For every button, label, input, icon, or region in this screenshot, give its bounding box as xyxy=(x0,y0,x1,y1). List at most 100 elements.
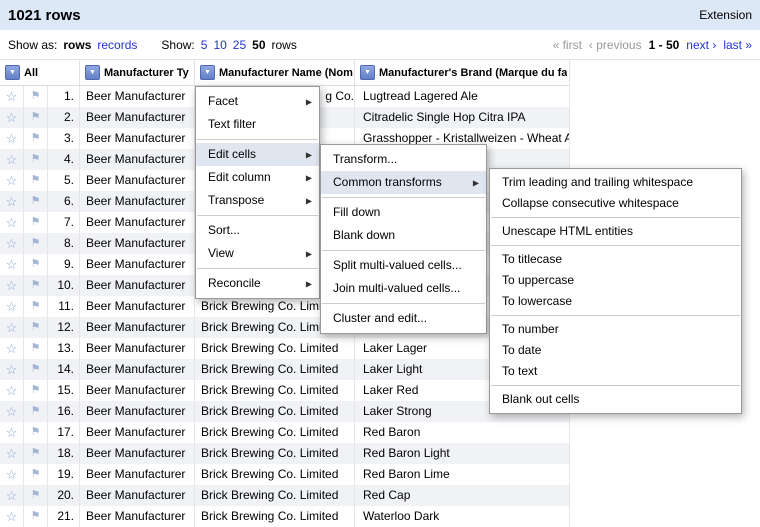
star-icon[interactable]: ☆ xyxy=(0,254,24,275)
cell-manufacturer-name[interactable]: Brick Brewing Co. Limited xyxy=(195,443,355,464)
page-size-10[interactable]: 10 xyxy=(213,38,226,52)
star-icon[interactable]: ☆ xyxy=(0,422,24,443)
star-icon[interactable]: ☆ xyxy=(0,296,24,317)
cell-manufacturer-name[interactable]: Brick Brewing Co. Limited xyxy=(195,359,355,380)
cell-manufacturer-type[interactable]: Beer Manufacturer xyxy=(80,191,195,212)
menu-item-split-multi-valued-cells[interactable]: Split multi-valued cells... xyxy=(321,254,486,277)
menu-item-transform[interactable]: Transform... xyxy=(321,148,486,171)
menu-item-collapse-consecutive-whitespace[interactable]: Collapse consecutive whitespace xyxy=(490,193,741,214)
menu-item-reconcile[interactable]: Reconcile ▶ xyxy=(196,272,319,295)
star-icon[interactable]: ☆ xyxy=(0,380,24,401)
star-icon[interactable]: ☆ xyxy=(0,170,24,191)
flag-icon[interactable]: ⚑ xyxy=(24,233,48,254)
cell-manufacturer-brand[interactable]: Lugtread Lagered Ale xyxy=(355,86,570,107)
flag-icon[interactable]: ⚑ xyxy=(24,506,48,527)
menu-item-edit-column[interactable]: Edit column ▶ xyxy=(196,166,319,189)
star-icon[interactable]: ☆ xyxy=(0,506,24,527)
cell-manufacturer-type[interactable]: Beer Manufacturer xyxy=(80,338,195,359)
cell-manufacturer-type[interactable]: Beer Manufacturer xyxy=(80,233,195,254)
cell-manufacturer-name[interactable]: Brick Brewing Co. Limited xyxy=(195,464,355,485)
flag-icon[interactable]: ⚑ xyxy=(24,170,48,191)
cell-manufacturer-type[interactable]: Beer Manufacturer xyxy=(80,170,195,191)
cell-manufacturer-type[interactable]: Beer Manufacturer xyxy=(80,464,195,485)
star-icon[interactable]: ☆ xyxy=(0,128,24,149)
flag-icon[interactable]: ⚑ xyxy=(24,128,48,149)
show-as-records-toggle[interactable]: records xyxy=(97,38,137,52)
cell-manufacturer-name[interactable]: Brick Brewing Co. Limited xyxy=(195,338,355,359)
cell-manufacturer-type[interactable]: Beer Manufacturer xyxy=(80,401,195,422)
menu-item-cluster-and-edit[interactable]: Cluster and edit... xyxy=(321,307,486,330)
cell-manufacturer-brand[interactable]: Red Baron xyxy=(355,422,570,443)
star-icon[interactable]: ☆ xyxy=(0,149,24,170)
menu-item-to-date[interactable]: To date xyxy=(490,340,741,361)
cell-manufacturer-type[interactable]: Beer Manufacturer xyxy=(80,380,195,401)
cell-manufacturer-type[interactable]: Beer Manufacturer xyxy=(80,86,195,107)
cell-manufacturer-brand[interactable]: Waterloo Dark xyxy=(355,506,570,527)
cell-manufacturer-type[interactable]: Beer Manufacturer xyxy=(80,149,195,170)
cell-manufacturer-name[interactable]: Brick Brewing Co. Limited xyxy=(195,401,355,422)
type-column-dropdown-button[interactable]: ▼ xyxy=(85,65,100,80)
all-column-dropdown-button[interactable]: ▼ xyxy=(5,65,20,80)
flag-icon[interactable]: ⚑ xyxy=(24,422,48,443)
flag-icon[interactable]: ⚑ xyxy=(24,401,48,422)
flag-icon[interactable]: ⚑ xyxy=(24,86,48,107)
flag-icon[interactable]: ⚑ xyxy=(24,212,48,233)
cell-manufacturer-type[interactable]: Beer Manufacturer xyxy=(80,254,195,275)
menu-item-facet[interactable]: Facet ▶ xyxy=(196,90,319,113)
cell-manufacturer-type[interactable]: Beer Manufacturer xyxy=(80,128,195,149)
cell-manufacturer-brand[interactable]: Red Baron Light xyxy=(355,443,570,464)
cell-manufacturer-type[interactable]: Beer Manufacturer xyxy=(80,275,195,296)
star-icon[interactable]: ☆ xyxy=(0,338,24,359)
menu-item-to-uppercase[interactable]: To uppercase xyxy=(490,270,741,291)
cell-manufacturer-name[interactable]: Brick Brewing Co. Limited xyxy=(195,422,355,443)
menu-item-to-text[interactable]: To text xyxy=(490,361,741,382)
flag-icon[interactable]: ⚑ xyxy=(24,464,48,485)
show-as-rows-toggle[interactable]: rows xyxy=(63,38,91,52)
menu-item-common-transforms[interactable]: Common transforms ▶ xyxy=(321,171,486,194)
cell-manufacturer-brand[interactable]: Red Baron Lime xyxy=(355,464,570,485)
pagination-last[interactable]: last » xyxy=(723,38,752,52)
cell-manufacturer-brand[interactable]: Citradelic Single Hop Citra IPA xyxy=(355,107,570,128)
flag-icon[interactable]: ⚑ xyxy=(24,107,48,128)
menu-item-view[interactable]: View ▶ xyxy=(196,242,319,265)
name-column-dropdown-button[interactable]: ▼ xyxy=(200,65,215,80)
cell-manufacturer-type[interactable]: Beer Manufacturer xyxy=(80,443,195,464)
menu-item-to-number[interactable]: To number xyxy=(490,319,741,340)
cell-manufacturer-type[interactable]: Beer Manufacturer xyxy=(80,317,195,338)
brand-column-dropdown-button[interactable]: ▼ xyxy=(360,65,375,80)
pagination-next[interactable]: next › xyxy=(686,38,716,52)
star-icon[interactable]: ☆ xyxy=(0,275,24,296)
menu-item-blank-out-cells[interactable]: Blank out cells xyxy=(490,389,741,410)
flag-icon[interactable]: ⚑ xyxy=(24,338,48,359)
cell-manufacturer-type[interactable]: Beer Manufacturer xyxy=(80,422,195,443)
star-icon[interactable]: ☆ xyxy=(0,359,24,380)
star-icon[interactable]: ☆ xyxy=(0,485,24,506)
flag-icon[interactable]: ⚑ xyxy=(24,359,48,380)
cell-manufacturer-name[interactable]: Brick Brewing Co. Limited xyxy=(195,506,355,527)
cell-manufacturer-type[interactable]: Beer Manufacturer xyxy=(80,485,195,506)
menu-item-sort[interactable]: Sort... xyxy=(196,219,319,242)
cell-manufacturer-type[interactable]: Beer Manufacturer xyxy=(80,296,195,317)
flag-icon[interactable]: ⚑ xyxy=(24,485,48,506)
page-size-50-selected[interactable]: 50 xyxy=(252,38,265,52)
menu-item-text-filter[interactable]: Text filter xyxy=(196,113,319,136)
star-icon[interactable]: ☆ xyxy=(0,401,24,422)
menu-item-join-multi-valued-cells[interactable]: Join multi-valued cells... xyxy=(321,277,486,300)
flag-icon[interactable]: ⚑ xyxy=(24,254,48,275)
flag-icon[interactable]: ⚑ xyxy=(24,296,48,317)
star-icon[interactable]: ☆ xyxy=(0,464,24,485)
menu-item-blank-down[interactable]: Blank down xyxy=(321,224,486,247)
menu-item-fill-down[interactable]: Fill down xyxy=(321,201,486,224)
flag-icon[interactable]: ⚑ xyxy=(24,317,48,338)
cell-manufacturer-type[interactable]: Beer Manufacturer xyxy=(80,107,195,128)
extensions-label[interactable]: Extension xyxy=(699,8,752,22)
star-icon[interactable]: ☆ xyxy=(0,191,24,212)
menu-item-to-titlecase[interactable]: To titlecase xyxy=(490,249,741,270)
cell-manufacturer-brand[interactable]: Red Cap xyxy=(355,485,570,506)
star-icon[interactable]: ☆ xyxy=(0,233,24,254)
menu-item-unescape-html-entities[interactable]: Unescape HTML entities xyxy=(490,221,741,242)
cell-manufacturer-type[interactable]: Beer Manufacturer xyxy=(80,212,195,233)
star-icon[interactable]: ☆ xyxy=(0,317,24,338)
star-icon[interactable]: ☆ xyxy=(0,443,24,464)
cell-manufacturer-name[interactable]: Brick Brewing Co. Limited xyxy=(195,485,355,506)
